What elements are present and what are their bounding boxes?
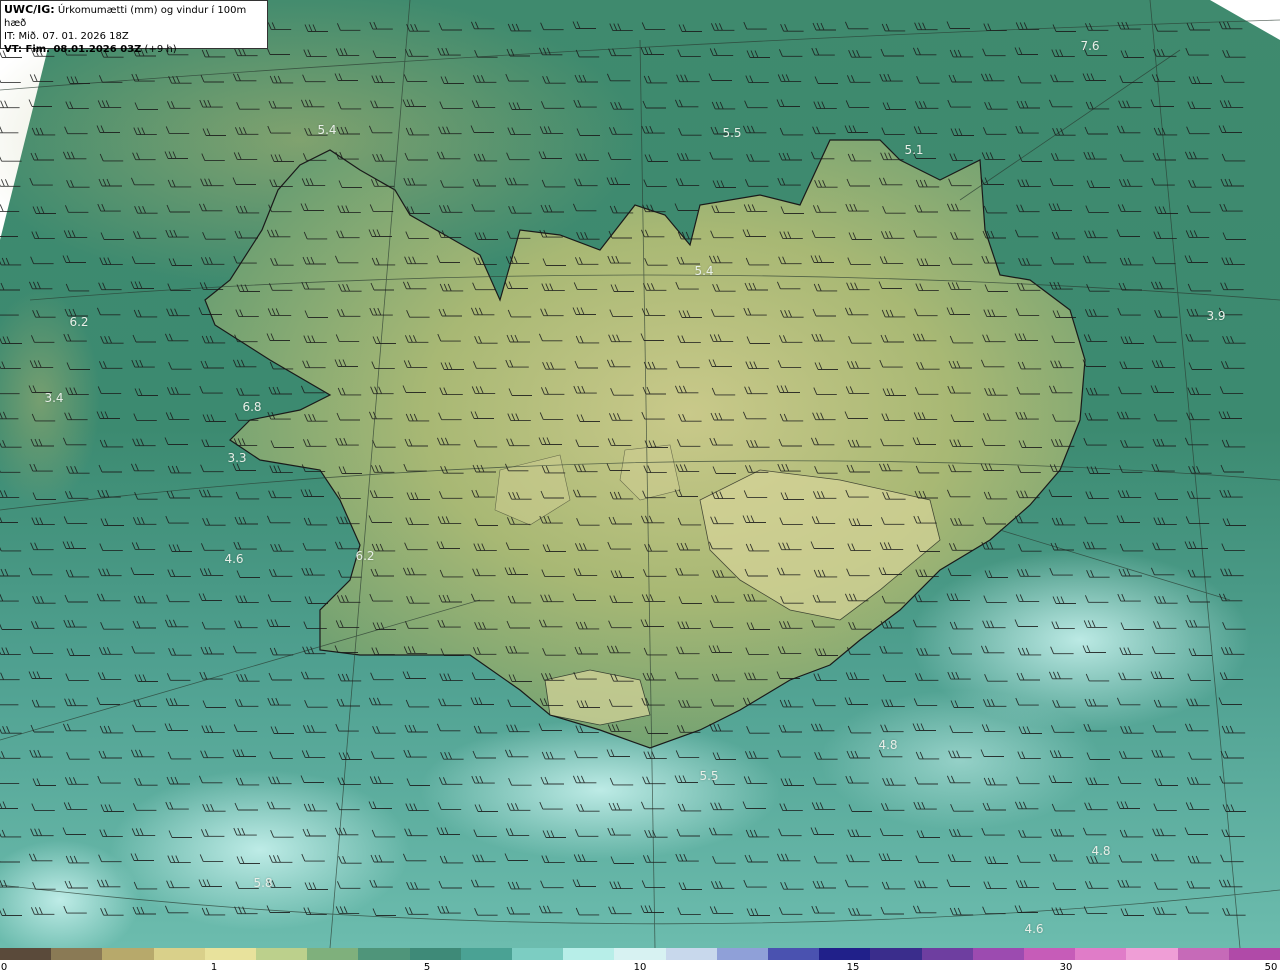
colorbar-strip xyxy=(0,948,1280,960)
colorbar-segment xyxy=(819,948,871,960)
map-value-label: 5.1 xyxy=(904,143,924,157)
map-value-label: 4.6 xyxy=(1024,922,1044,936)
colorbar-segment xyxy=(307,948,359,960)
colorbar-segment xyxy=(921,948,973,960)
valid-time: VT: Fim. 08.01.2026 03Z xyxy=(4,44,142,55)
colorbar-tick: 5 xyxy=(423,962,431,973)
map-value-label: 3.4 xyxy=(44,391,64,405)
map-value-label: 4.8 xyxy=(1091,844,1111,858)
model-name: UWC/IG: xyxy=(4,3,55,16)
colorbar-segment xyxy=(1126,948,1178,960)
map-value-label: 6.2 xyxy=(69,315,89,329)
colorbar-segment xyxy=(768,948,820,960)
colorbar-segment xyxy=(512,948,564,960)
colorbar-tick: 30 xyxy=(1059,962,1073,973)
colorbar-segment xyxy=(102,948,154,960)
colorbar-segment xyxy=(614,948,666,960)
colorbar-segment xyxy=(409,948,461,960)
map-value-label: 5.5 xyxy=(699,769,719,783)
colorbar-tick: 15 xyxy=(846,962,860,973)
init-time: IT: Mið. 07. 01. 2026 18Z xyxy=(4,31,129,42)
colorbar-segment xyxy=(665,948,717,960)
map-value-label: 5.8 xyxy=(253,876,273,890)
map-value-label: 5.4 xyxy=(694,264,714,278)
map-value-label: 4.6 xyxy=(224,552,244,566)
precipitation-colorbar: 0 1 5 10 15 30 50 xyxy=(0,948,1280,978)
colorbar-segment xyxy=(358,948,410,960)
map-value-label: 6.2 xyxy=(355,549,375,563)
map-value-label: 6.8 xyxy=(242,400,262,414)
map-value-label: 5.4 xyxy=(317,123,337,137)
colorbar-tick: 0 xyxy=(0,962,8,973)
colorbar-segment xyxy=(256,948,308,960)
colorbar-segment xyxy=(716,948,769,960)
colorbar-segment xyxy=(563,948,615,960)
colorbar-segment xyxy=(0,948,52,960)
colorbar-segment xyxy=(972,948,1025,960)
colorbar-segment xyxy=(153,948,205,960)
map-value-label: 7.6 xyxy=(1080,39,1100,53)
colorbar-segment xyxy=(204,948,257,960)
colorbar-segment xyxy=(1228,948,1280,960)
colorbar-segment xyxy=(51,948,103,960)
map-value-label: 5.5 xyxy=(722,126,742,140)
colorbar-segment xyxy=(1024,948,1076,960)
map-info-box: UWC/IG: Úrkomumætti (mm) og vindur í 100… xyxy=(0,0,268,55)
colorbar-tick: 1 xyxy=(210,962,218,973)
colorbar-segment xyxy=(1075,948,1127,960)
precipitation-wind-map xyxy=(0,0,1280,948)
map-value-label: 3.9 xyxy=(1206,309,1226,323)
colorbar-segment xyxy=(870,948,922,960)
colorbar-tick: 50 xyxy=(1264,962,1278,973)
map-value-label: 3.3 xyxy=(227,451,247,465)
map-value-label: 4.8 xyxy=(878,738,898,752)
colorbar-tick: 10 xyxy=(633,962,647,973)
colorbar-segment xyxy=(1177,948,1229,960)
colorbar-segment xyxy=(460,948,513,960)
forecast-lead: (+9 h) xyxy=(141,44,177,55)
